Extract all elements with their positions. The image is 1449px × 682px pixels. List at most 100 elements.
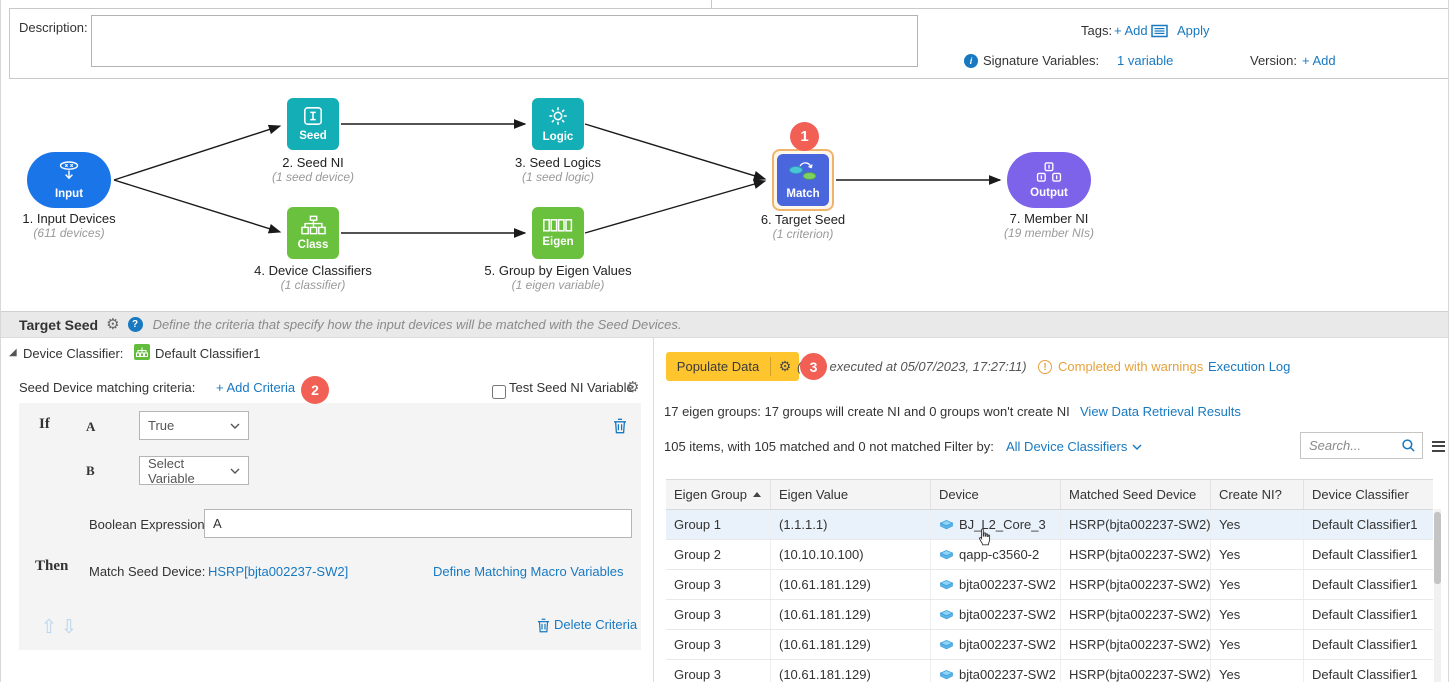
column-header-eigen-value[interactable]: Eigen Value bbox=[771, 480, 931, 509]
add-criteria-link[interactable]: + Add Criteria bbox=[216, 380, 295, 395]
app-window: Description: Tags: + Add Apply i Signatu… bbox=[0, 0, 1449, 682]
flow-node-member-ni[interactable]: Output bbox=[1007, 152, 1091, 208]
device-classifier-value: Default Classifier1 bbox=[155, 346, 261, 361]
move-down-icon[interactable]: ⇩ bbox=[61, 616, 77, 639]
cell-eigen-group: Group 1 bbox=[666, 510, 771, 539]
column-header-device-classifier[interactable]: Device Classifier bbox=[1304, 480, 1433, 509]
search-input[interactable] bbox=[1301, 438, 1395, 453]
cell-device-classifier: Default Classifier1 bbox=[1312, 547, 1418, 562]
cell-device: bjta002237-SW2 bbox=[931, 660, 1061, 682]
matching-criteria-label: Seed Device matching criteria: bbox=[19, 380, 196, 395]
define-macro-variables-link[interactable]: Define Matching Macro Variables bbox=[433, 564, 624, 579]
table-row[interactable]: Group 3 (10.61.181.129) bjta002237-SW2 H… bbox=[666, 600, 1433, 630]
column-header-eigen-group[interactable]: Eigen Group bbox=[666, 480, 771, 509]
device-name-link[interactable]: bjta002237-SW2 bbox=[959, 607, 1056, 622]
delete-condition-trash-icon[interactable] bbox=[613, 418, 627, 437]
cell-device: bjta002237-SW2 bbox=[931, 600, 1061, 629]
node-caption: 2. Seed NI (1 seed device) bbox=[271, 155, 355, 184]
version-add-link[interactable]: + Add bbox=[1302, 53, 1336, 68]
node-caption: 7. Member NI (19 member NIs) bbox=[1003, 211, 1095, 240]
table-row[interactable]: Group 1 (1.1.1.1) BJ_L2_Core_3 HSRP(bjta… bbox=[666, 510, 1433, 540]
table-menu-icon[interactable] bbox=[1432, 438, 1445, 454]
variable-a-select[interactable]: True bbox=[139, 411, 249, 440]
section-title: Target Seed bbox=[19, 316, 99, 333]
eigen-groups-summary: 17 eigen groups: 17 groups will create N… bbox=[664, 404, 1070, 419]
cell-eigen-group: Group 3 bbox=[666, 630, 771, 659]
help-icon[interactable]: ? bbox=[127, 317, 143, 332]
cell-eigen-group: Group 3 bbox=[666, 660, 771, 682]
variable-b-select[interactable]: Select Variable bbox=[139, 455, 249, 486]
table-row[interactable]: Group 2 (10.10.10.100) qapp-c3560-2 HSRP… bbox=[666, 540, 1433, 570]
four-squares-icon bbox=[543, 218, 573, 235]
flow-node-device-classifiers[interactable]: Class bbox=[287, 207, 339, 259]
node-caption: 3. Seed Logics (1 seed logic) bbox=[514, 155, 601, 184]
collapse-triangle-icon[interactable]: ◢ bbox=[9, 347, 17, 358]
flow-node-target-seed[interactable]: Match bbox=[777, 154, 829, 206]
filter-value: All Device Classifiers bbox=[1006, 439, 1128, 454]
cell-eigen-group: Group 3 bbox=[666, 600, 771, 629]
apply-link[interactable]: Apply bbox=[1177, 23, 1210, 38]
table-scrollbar-thumb[interactable] bbox=[1434, 512, 1441, 584]
flow-node-group-by-eigen[interactable]: Eigen bbox=[532, 207, 584, 259]
device-name-link[interactable]: bjta002237-SW2 bbox=[959, 577, 1056, 592]
description-input[interactable] bbox=[91, 15, 918, 67]
cell-device-classifier: Default Classifier1 bbox=[1312, 667, 1418, 682]
cell-matched-seed-device: HSRP(bjta002237-SW2) bbox=[1061, 630, 1211, 659]
cell-matched-seed-device: HSRP(bjta002237-SW2) bbox=[1061, 570, 1211, 599]
cell-device-classifier: Default Classifier1 bbox=[1312, 517, 1418, 532]
flow-node-input-devices[interactable]: Input bbox=[27, 152, 111, 208]
populate-gear-icon[interactable]: ⚙ bbox=[771, 358, 799, 375]
device-name-link[interactable]: qapp-c3560-2 bbox=[959, 547, 1039, 562]
device-name-link[interactable]: BJ_L2_Core_3 bbox=[959, 517, 1046, 532]
search-icon[interactable] bbox=[1401, 438, 1416, 453]
device-name-link[interactable]: bjta002237-SW2 bbox=[959, 667, 1056, 682]
column-header-device[interactable]: Device bbox=[931, 480, 1061, 509]
tags-add-link[interactable]: + Add bbox=[1114, 23, 1148, 38]
step-badge-3: 3 bbox=[800, 353, 827, 380]
flow-node-target-seed-highlight: Match bbox=[772, 149, 834, 211]
device-icon bbox=[939, 639, 954, 650]
section-gear-icon[interactable]: ⚙ bbox=[106, 317, 119, 332]
cell-eigen-group: Group 2 bbox=[666, 540, 771, 569]
cell-create-ni: Yes bbox=[1211, 510, 1304, 539]
cell-matched-seed-device: HSRP(bjta002237-SW2) bbox=[1061, 540, 1211, 569]
table-body: Group 1 (1.1.1.1) BJ_L2_Core_3 HSRP(bjta… bbox=[666, 510, 1433, 682]
classifier-icon bbox=[134, 344, 150, 363]
variable-b-value: Select Variable bbox=[148, 455, 195, 486]
boolean-expression-input[interactable]: A bbox=[204, 509, 632, 538]
classifier-filter-dropdown[interactable]: All Device Classifiers bbox=[1006, 439, 1142, 454]
cell-create-ni: Yes bbox=[1211, 600, 1304, 629]
view-data-retrieval-link[interactable]: View Data Retrieval Results bbox=[1080, 404, 1241, 419]
cell-eigen-value: (10.61.181.129) bbox=[771, 570, 931, 599]
table-row[interactable]: Group 3 (10.61.181.129) bjta002237-SW2 H… bbox=[666, 570, 1433, 600]
panel-divider bbox=[653, 338, 654, 682]
gear-icon bbox=[547, 105, 569, 130]
device-name-link[interactable]: bjta002237-SW2 bbox=[959, 637, 1056, 652]
test-seed-checkbox[interactable] bbox=[492, 385, 506, 399]
test-seed-gear-icon[interactable]: ⚙ bbox=[626, 380, 639, 395]
signature-variables-link[interactable]: 1 variable bbox=[1117, 53, 1173, 68]
node-caption: 6. Target Seed (1 criterion) bbox=[760, 212, 846, 241]
match-seed-device-link[interactable]: HSRP[bjta002237-SW2] bbox=[208, 564, 348, 579]
table-row[interactable]: Group 3 (10.61.181.129) bjta002237-SW2 H… bbox=[666, 630, 1433, 660]
populate-data-button[interactable]: Populate Data ⚙ bbox=[666, 352, 799, 381]
execution-log-link[interactable]: Execution Log bbox=[1208, 359, 1290, 374]
node-caption: 5. Group by Eigen Values (1 eigen variab… bbox=[484, 263, 632, 292]
cell-device: BJ_L2_Core_3 bbox=[931, 510, 1061, 539]
tags-list-icon[interactable] bbox=[1151, 24, 1168, 41]
move-up-icon[interactable]: ⇧ bbox=[41, 616, 57, 639]
results-table: Eigen Group Eigen Value Device Matched S… bbox=[666, 479, 1433, 682]
node-inner-label: Eigen bbox=[542, 235, 574, 248]
node-caption: 4. Device Classifiers (1 classifier) bbox=[254, 263, 372, 292]
delete-criteria-link[interactable]: Delete Criteria bbox=[554, 617, 637, 632]
node-inner-label: Input bbox=[54, 188, 84, 200]
cell-eigen-value: (10.61.181.129) bbox=[771, 660, 931, 682]
match-disks-icon bbox=[788, 160, 818, 187]
table-row[interactable]: Group 3 (10.61.181.129) bjta002237-SW2 H… bbox=[666, 660, 1433, 682]
cell-eigen-value: (10.10.10.100) bbox=[771, 540, 931, 569]
flow-node-seed-ni[interactable]: Seed bbox=[287, 98, 339, 150]
column-header-matched-seed-device[interactable]: Matched Seed Device bbox=[1061, 480, 1211, 509]
flow-node-seed-logics[interactable]: Logic bbox=[532, 98, 584, 150]
delete-criteria-trash-icon[interactable] bbox=[537, 618, 550, 636]
column-header-create-ni[interactable]: Create NI? bbox=[1211, 480, 1304, 509]
